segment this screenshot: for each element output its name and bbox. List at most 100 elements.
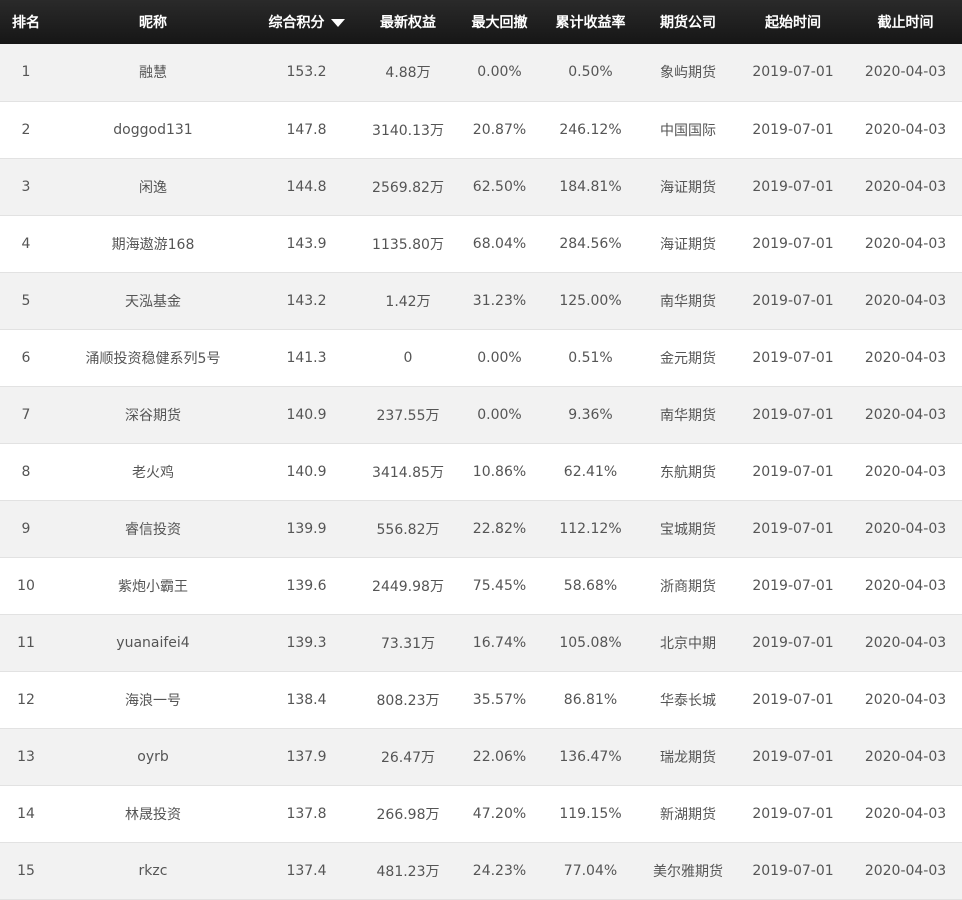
table-row[interactable]: 4 期海遨游168 143.9 1135.80万 68.04% 284.56% 海证期货 20… xyxy=(0,215,962,272)
cell-start: 2019-07-01 xyxy=(752,64,834,81)
cell-end: 2020-04-03 xyxy=(864,862,947,879)
cell-rank: 6 xyxy=(21,349,31,366)
cell-nickname[interactable]: 睿信投资 xyxy=(52,500,254,557)
header-rank[interactable]: 排名 xyxy=(0,0,52,44)
cell-drawdown: 10.86% xyxy=(472,463,527,480)
cell-start: 2019-07-01 xyxy=(752,748,834,765)
cell-nickname[interactable]: 闲逸 xyxy=(52,158,254,215)
table-row[interactable]: 11 yuanaifei4 139.3 73.31万 16.74% 105.08% 北京中期… xyxy=(0,614,962,671)
header-score[interactable]: 综合积分 xyxy=(254,0,359,44)
table-row[interactable]: 5 天泓基金 143.2 1.42万 31.23% 125.00% 南华期货 2019-07-… xyxy=(0,272,962,329)
cell-score: 138.4 xyxy=(286,691,327,708)
cell-company: 美尔雅期货 xyxy=(653,863,723,880)
cell-drawdown: 62.50% xyxy=(472,178,527,195)
cell-company: 南华期货 xyxy=(660,407,716,424)
cell-equity: 237.55万 xyxy=(376,407,440,424)
cell-rank: 4 xyxy=(21,235,31,252)
header-return[interactable]: 累计收益率 xyxy=(542,0,639,44)
header-score-label: 综合积分 xyxy=(268,15,325,31)
cell-nickname[interactable]: 融慧 xyxy=(52,44,254,101)
cell-drawdown: 31.23% xyxy=(472,292,527,309)
cell-start: 2019-07-01 xyxy=(752,406,834,423)
cell-equity: 26.47万 xyxy=(380,749,436,766)
header-drawdown[interactable]: 最大回撤 xyxy=(457,0,542,44)
cell-rank: 3 xyxy=(21,178,31,195)
cell-nickname[interactable]: 期海遨游168 xyxy=(52,215,254,272)
cell-drawdown: 22.06% xyxy=(472,748,527,765)
cell-return: 119.15% xyxy=(559,805,622,822)
table-row[interactable]: 6 涌顺投资稳健系列5号 141.3 0 0.00% 0.51% 金元期货 2019-07-0… xyxy=(0,329,962,386)
cell-return: 136.47% xyxy=(559,748,622,765)
header-equity[interactable]: 最新权益 xyxy=(359,0,457,44)
cell-rank: 7 xyxy=(21,406,31,423)
cell-start: 2019-07-01 xyxy=(752,805,834,822)
table-row[interactable]: 9 睿信投资 139.9 556.82万 22.82% 112.12% 宝城期货 2019-0… xyxy=(0,500,962,557)
table-row[interactable]: 12 海浪一号 138.4 808.23万 35.57% 86.81% 华泰长城 2019-0… xyxy=(0,671,962,728)
cell-nickname[interactable]: doggod131 xyxy=(52,101,254,158)
table-row[interactable]: 14 林晟投资 137.8 266.98万 47.20% 119.15% 新湖期货 2019-… xyxy=(0,785,962,842)
cell-nickname[interactable]: yuanaifei4 xyxy=(52,614,254,671)
table-row[interactable]: 7 深谷期货 140.9 237.55万 0.00% 9.36% 南华期货 2019-07-0… xyxy=(0,386,962,443)
header-nickname[interactable]: 昵称 xyxy=(52,0,254,44)
table-row[interactable]: 3 闲逸 144.8 2569.82万 62.50% 184.81% 海证期货 2019-07… xyxy=(0,158,962,215)
cell-score: 137.4 xyxy=(286,862,327,879)
cell-end: 2020-04-03 xyxy=(864,691,947,708)
cell-score: 140.9 xyxy=(286,406,327,423)
cell-start: 2019-07-01 xyxy=(752,634,834,651)
cell-company: 中国国际 xyxy=(660,122,716,139)
cell-end: 2020-04-03 xyxy=(864,235,947,252)
sort-descending-icon[interactable] xyxy=(330,19,345,27)
cell-equity: 481.23万 xyxy=(376,863,440,880)
cell-company: 浙商期货 xyxy=(660,578,716,595)
cell-return: 86.81% xyxy=(563,691,618,708)
cell-start: 2019-07-01 xyxy=(752,121,834,138)
cell-start: 2019-07-01 xyxy=(752,235,834,252)
cell-score: 147.8 xyxy=(286,121,327,138)
cell-company: 东航期货 xyxy=(660,464,716,481)
header-company[interactable]: 期货公司 xyxy=(639,0,737,44)
cell-company: 新湖期货 xyxy=(660,806,716,823)
cell-score: 139.9 xyxy=(286,520,327,537)
cell-rank: 10 xyxy=(17,577,35,594)
cell-end: 2020-04-03 xyxy=(864,577,947,594)
cell-nickname[interactable]: rkzc xyxy=(52,842,254,899)
cell-drawdown: 22.82% xyxy=(472,520,527,537)
table-row[interactable]: 2 doggod131 147.8 3140.13万 20.87% 246.12% 中国国际… xyxy=(0,101,962,158)
cell-nickname[interactable]: 老火鸡 xyxy=(52,443,254,500)
table-row[interactable]: 10 紫炮小霸王 139.6 2449.98万 75.45% 58.68% 浙商期货 2019… xyxy=(0,557,962,614)
table-header-row: 排名 昵称 综合积分 最新权益 最大回撤 累计收益率 期货公司 起始时间 截止时… xyxy=(0,0,962,44)
header-end[interactable]: 截止时间 xyxy=(849,0,962,44)
cell-drawdown: 0.00% xyxy=(477,406,522,423)
cell-nickname[interactable]: 天泓基金 xyxy=(52,272,254,329)
cell-end: 2020-04-03 xyxy=(864,805,947,822)
table-row[interactable]: 15 rkzc 137.4 481.23万 24.23% 77.04% 美尔雅期货 2019-… xyxy=(0,842,962,899)
cell-start: 2019-07-01 xyxy=(752,349,834,366)
cell-nickname[interactable]: 紫炮小霸王 xyxy=(52,557,254,614)
table-row[interactable]: 8 老火鸡 140.9 3414.85万 10.86% 62.41% 东航期货 2019-07… xyxy=(0,443,962,500)
cell-nickname[interactable]: 深谷期货 xyxy=(52,386,254,443)
cell-end: 2020-04-03 xyxy=(864,748,947,765)
cell-nickname[interactable]: 林晟投资 xyxy=(52,785,254,842)
cell-rank: 8 xyxy=(21,463,31,480)
cell-equity: 2569.82万 xyxy=(372,179,444,196)
cell-rank: 2 xyxy=(21,121,31,138)
cell-nickname[interactable]: 涌顺投资稳健系列5号 xyxy=(52,329,254,386)
cell-return: 58.68% xyxy=(563,577,618,594)
table-row[interactable]: 1 融慧 153.2 4.88万 0.00% 0.50% 象屿期货 2019-07-01 202… xyxy=(0,44,962,101)
cell-company: 瑞龙期货 xyxy=(660,749,716,766)
cell-score: 137.9 xyxy=(286,748,327,765)
cell-drawdown: 47.20% xyxy=(472,805,527,822)
cell-rank: 1 xyxy=(21,64,31,81)
cell-end: 2020-04-03 xyxy=(864,406,947,423)
cell-end: 2020-04-03 xyxy=(864,349,947,366)
cell-equity: 2449.98万 xyxy=(372,578,444,595)
cell-company: 华泰长城 xyxy=(660,692,716,709)
cell-nickname[interactable]: oyrb xyxy=(52,728,254,785)
header-start[interactable]: 起始时间 xyxy=(737,0,849,44)
cell-nickname[interactable]: 海浪一号 xyxy=(52,671,254,728)
table-row[interactable]: 13 oyrb 137.9 26.47万 22.06% 136.47% 瑞龙期货 2019-0… xyxy=(0,728,962,785)
cell-rank: 13 xyxy=(17,748,35,765)
cell-return: 0.51% xyxy=(568,349,613,366)
cell-equity: 4.88万 xyxy=(385,65,431,82)
ranking-table: 排名 昵称 综合积分 最新权益 最大回撤 累计收益率 期货公司 起始时间 截止时… xyxy=(0,0,962,900)
